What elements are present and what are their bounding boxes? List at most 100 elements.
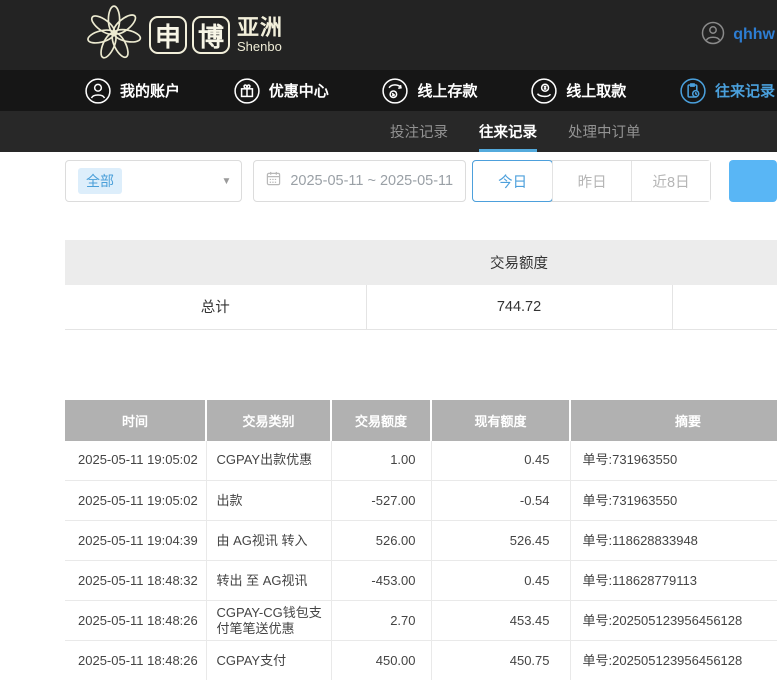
cell-summary: 单号:202505123956456128 <box>570 601 777 641</box>
yesterday-button[interactable]: 昨日 <box>552 161 631 201</box>
main-nav: 我的账户 优惠中心 线上存款 线上取款 <box>0 70 777 111</box>
cell-balance: 526.45 <box>431 521 570 561</box>
cell-amount: 2.70 <box>331 601 431 641</box>
nav-label: 往来记录 <box>715 80 775 101</box>
cell-time: 2025-05-11 19:05:02 <box>65 441 206 481</box>
records-clipboard-icon <box>680 78 706 104</box>
nav-item-online-deposit[interactable]: 线上存款 <box>382 78 477 104</box>
summary-header-label: 交易额度 <box>366 240 672 285</box>
cell-time: 2025-05-11 19:05:02 <box>65 481 206 521</box>
nav-item-transaction-records[interactable]: 往来记录 <box>680 78 775 104</box>
gift-icon <box>234 78 260 104</box>
brand-subtitle: Shenbo <box>237 40 283 54</box>
date-range-value: 2025-05-11 ~ 2025-05-11 <box>290 173 453 189</box>
cell-balance: -0.54 <box>431 481 570 521</box>
cell-category: 转出 至 AG视讯 <box>206 561 331 601</box>
cell-amount: -453.00 <box>331 561 431 601</box>
active-tab-underline <box>479 149 537 152</box>
cell-amount: 450.00 <box>331 641 431 680</box>
summary-total-amount: 744.72 <box>366 285 672 329</box>
person-icon <box>85 78 111 104</box>
cell-balance: 450.75 <box>431 641 570 680</box>
cell-balance: 453.45 <box>431 601 570 641</box>
nav-item-my-account[interactable]: 我的账户 <box>85 78 180 104</box>
nav-label: 我的账户 <box>120 80 180 101</box>
cell-category: 出款 <box>206 481 331 521</box>
cell-amount: -527.00 <box>331 481 431 521</box>
table-row: 2025-05-11 18:48:26 CGPAY-CG钱包支付笔笔送优惠 2.… <box>65 601 777 641</box>
last-8-days-button[interactable]: 近8日 <box>631 161 710 201</box>
search-button[interactable] <box>729 160 777 202</box>
cell-summary: 单号:118628833948 <box>570 521 777 561</box>
summary-header-spacer <box>672 240 777 285</box>
chevron-down-icon: ▼ <box>221 176 231 187</box>
date-range-input[interactable]: 2025-05-11 ~ 2025-05-11 <box>253 160 466 202</box>
table-row: 2025-05-11 19:04:39 由 AG视讯 转入 526.00 526… <box>65 521 777 561</box>
cell-amount: 1.00 <box>331 441 431 481</box>
tab-bet-records[interactable]: 投注记录 <box>390 111 448 152</box>
cell-category: CGPAY-CG钱包支付笔笔送优惠 <box>206 601 331 641</box>
cell-category: 由 AG视讯 转入 <box>206 521 331 561</box>
calendar-icon <box>266 171 281 191</box>
cell-category: CGPAY出款优惠 <box>206 441 331 481</box>
cell-time: 2025-05-11 18:48:26 <box>65 641 206 680</box>
table-row: 2025-05-11 18:48:32 转出 至 AG视讯 -453.00 0.… <box>65 561 777 601</box>
cell-time: 2025-05-11 19:04:39 <box>65 521 206 561</box>
summary-table-wrap: 交易额度 总计 744.72 <box>65 240 777 330</box>
summary-empty-cell <box>672 285 777 329</box>
category-select[interactable]: 全部 ▼ <box>65 160 242 202</box>
nav-item-online-withdraw[interactable]: 线上取款 <box>531 78 626 104</box>
tab-transaction-records[interactable]: 往来记录 <box>479 111 537 152</box>
user-account[interactable]: qhhw <box>701 0 777 70</box>
cell-amount: 526.00 <box>331 521 431 561</box>
brand-logo[interactable]: 申 博 亚洲 Shenbo <box>85 5 283 66</box>
cell-balance: 0.45 <box>431 441 570 481</box>
cell-summary: 单号:202505123956456128 <box>570 641 777 680</box>
cell-time: 2025-05-11 18:48:32 <box>65 561 206 601</box>
tab-label: 投注记录 <box>390 121 448 142</box>
withdraw-hand-coin-icon <box>531 78 557 104</box>
brand-region: 亚洲 <box>237 16 283 40</box>
nav-label: 线上存款 <box>417 80 477 101</box>
brand-char-bo: 博 <box>192 16 230 54</box>
filter-row: 全部 ▼ 2025-05-11 ~ 2025-05-11 今日 昨日 近8日 <box>65 160 777 202</box>
summary-header-spacer <box>65 240 366 285</box>
today-button[interactable]: 今日 <box>472 160 553 202</box>
deposit-hand-coin-icon <box>382 78 408 104</box>
brand-char-shen: 申 <box>149 16 187 54</box>
cell-summary: 单号:118628779113 <box>570 561 777 601</box>
user-avatar-icon <box>701 21 725 50</box>
cell-category: CGPAY支付 <box>206 641 331 680</box>
summary-total-row: 总计 744.72 <box>65 285 777 329</box>
top-header-bar: 申 博 亚洲 Shenbo qhhw <box>0 0 777 70</box>
transactions-header-row: 时间 交易类别 交易额度 现有额度 摘要 <box>65 400 777 441</box>
flower-logo-icon <box>85 5 143 66</box>
summary-table: 交易额度 总计 744.72 <box>65 240 777 330</box>
col-header-summary: 摘要 <box>570 400 777 441</box>
col-header-time: 时间 <box>65 400 206 441</box>
col-header-category: 交易类别 <box>206 400 331 441</box>
record-subtabs: 投注记录 往来记录 处理中订单 <box>0 111 777 152</box>
nav-label: 线上取款 <box>566 80 626 101</box>
tab-label: 处理中订单 <box>568 121 641 142</box>
table-row: 2025-05-11 18:48:26 CGPAY支付 450.00 450.7… <box>65 641 777 680</box>
summary-total-label: 总计 <box>65 285 366 329</box>
table-row: 2025-05-11 19:05:02 出款 -527.00 -0.54 单号:… <box>65 481 777 521</box>
nav-label: 优惠中心 <box>269 80 329 101</box>
tab-label: 往来记录 <box>479 121 537 142</box>
cell-balance: 0.45 <box>431 561 570 601</box>
username-text: qhhw <box>733 26 775 44</box>
cell-summary: 单号:731963550 <box>570 441 777 481</box>
tab-pending-orders[interactable]: 处理中订单 <box>568 111 641 152</box>
transactions-table-wrap: 时间 交易类别 交易额度 现有额度 摘要 2025-05-11 19:05:02… <box>65 400 777 680</box>
cell-summary: 单号:731963550 <box>570 481 777 521</box>
table-row: 2025-05-11 19:05:02 CGPAY出款优惠 1.00 0.45 … <box>65 441 777 481</box>
category-selected-chip: 全部 <box>78 168 122 194</box>
summary-header-row: 交易额度 <box>65 240 777 285</box>
col-header-amount: 交易额度 <box>331 400 431 441</box>
nav-item-promotions[interactable]: 优惠中心 <box>234 78 329 104</box>
cell-time: 2025-05-11 18:48:26 <box>65 601 206 641</box>
quick-date-button-group: 今日 昨日 近8日 <box>472 160 711 202</box>
col-header-balance: 现有额度 <box>431 400 570 441</box>
transactions-table: 时间 交易类别 交易额度 现有额度 摘要 2025-05-11 19:05:02… <box>65 400 777 680</box>
